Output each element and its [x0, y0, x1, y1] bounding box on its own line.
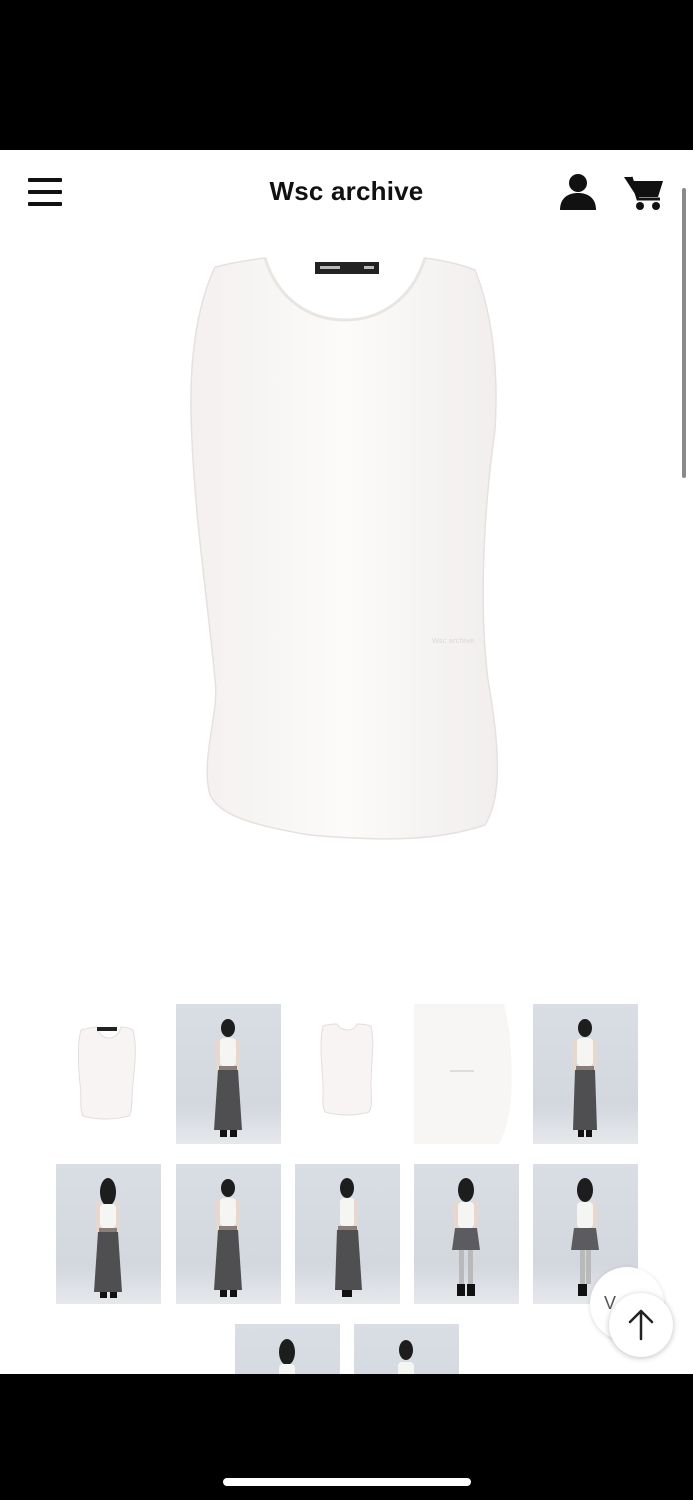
model-thumb-icon: [279, 1339, 295, 1374]
thumbnail-model-front[interactable]: [176, 1004, 281, 1144]
product-main-image[interactable]: Wsc archive: [170, 240, 520, 1010]
status-bar-area: [0, 0, 693, 150]
model-thumb-icon: [94, 1178, 122, 1298]
thumbnail-product-front[interactable]: [56, 1004, 161, 1144]
arrow-up-icon: [628, 1309, 654, 1341]
model-thumb-icon: [214, 1179, 242, 1297]
model-thumb-icon: [335, 1178, 362, 1297]
thumbnail-model-front-2[interactable]: [533, 1004, 638, 1144]
home-indicator[interactable]: [223, 1478, 471, 1486]
thumbnail-model-side[interactable]: [295, 1164, 400, 1304]
fabric-detail-thumb-icon: [414, 1004, 512, 1144]
thumbnail-model-back[interactable]: [56, 1164, 161, 1304]
scroll-to-top-button[interactable]: [609, 1293, 673, 1357]
site-header: Wsc archive: [0, 150, 693, 230]
model-thumb-icon: [214, 1019, 242, 1137]
model-thumb-icon: [573, 1019, 597, 1137]
thumbnail-model-front-4[interactable]: [354, 1324, 459, 1374]
thumbnail-model-front-3[interactable]: [176, 1164, 281, 1304]
model-thumb-icon: [398, 1340, 414, 1374]
thumbnail-model-back-2[interactable]: [235, 1324, 340, 1374]
model-thumb-icon: [452, 1178, 480, 1296]
page-scrollbar[interactable]: [682, 188, 686, 478]
user-icon[interactable]: [558, 172, 598, 212]
garment-logo-print: Wsc archive: [432, 637, 474, 645]
thumbnail-fabric-detail[interactable]: [414, 1004, 519, 1144]
tank-top-back-thumb-icon: [320, 1023, 374, 1116]
shopping-cart-icon[interactable]: [622, 172, 666, 212]
thumbnail-model-mini-skirt[interactable]: [414, 1164, 519, 1304]
thumbnail-product-back[interactable]: [295, 1004, 400, 1144]
product-page: Wsc archive Wsc archive V: [0, 150, 693, 1374]
tank-top-thumb-icon: [77, 1026, 136, 1120]
